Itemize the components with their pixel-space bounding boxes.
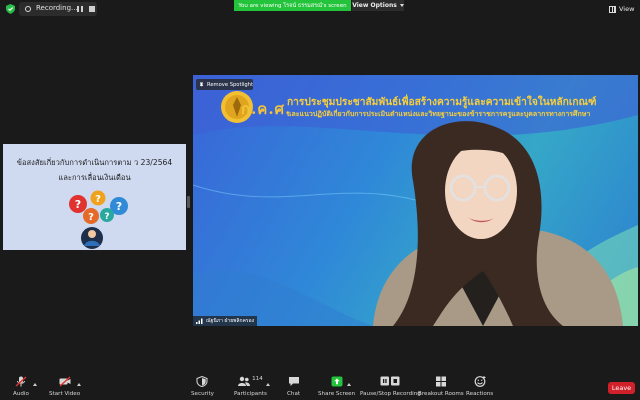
brand-text: ก.ค.ศ. [241, 100, 292, 118]
viewing-screen-text: You are viewing โรจน์ ธรรมสรณ์'s screen [238, 2, 347, 9]
svg-text:?: ? [88, 212, 94, 223]
top-bar: Recording... You are viewing โรจน์ ธรรมส… [0, 0, 640, 18]
pause-stop-recording-label: Pause/Stop Recording [360, 391, 421, 397]
security-button[interactable]: Security [191, 376, 214, 397]
meeting-title-line2: และแนวปฏิบัติเกี่ยวกับการประเมินตำแหน่งแ… [287, 110, 591, 118]
participants-icon [238, 376, 251, 386]
stop-recording-icon[interactable] [89, 6, 95, 12]
start-video-button[interactable]: Start Video [49, 376, 80, 397]
reactions-smiley-icon [474, 376, 486, 387]
breakout-rooms-label: Breakout Rooms [418, 391, 464, 397]
pause-stop-icon [380, 376, 400, 386]
view-button[interactable]: View [609, 4, 634, 14]
leave-label: Leave [611, 384, 632, 392]
start-video-label: Start Video [49, 391, 81, 397]
participant-name-tag: ณัฐนิภา ฝ่ายพลิกครอง [193, 316, 258, 326]
leave-button[interactable]: Leave [608, 382, 635, 394]
meeting-toolbar: Audio Start Video Security 114 Participa [0, 372, 640, 400]
pause-recording-icon[interactable] [77, 6, 83, 12]
remove-spotlight-label: Remove Spotlight [207, 81, 253, 88]
security-shield-icon [196, 376, 208, 387]
spotlight-video: Remove Spotlight ก.ค.ศ. การประชุมประชาสั… [193, 75, 638, 326]
view-options-label: View Options [352, 2, 397, 9]
video-options-caret-icon[interactable] [77, 383, 81, 386]
view-options-button[interactable]: View Options [352, 0, 404, 11]
reactions-button[interactable]: Reactions [466, 376, 493, 397]
participants-count: 114 [252, 376, 263, 382]
security-label: Security [191, 391, 214, 397]
breakout-rooms-button[interactable]: Breakout Rooms [418, 376, 464, 397]
recording-dot-icon [25, 6, 31, 12]
svg-text:?: ? [75, 198, 81, 211]
svg-text:?: ? [104, 212, 109, 222]
meeting-title-line1: การประชุมประชาสัมพันธ์เพื่อสร้างความรู้แ… [287, 97, 597, 108]
participants-label: Participants [234, 391, 267, 397]
chat-label: Chat [287, 391, 301, 397]
participant-name: ณัฐนิภา ฝ่ายพลิกครอง [206, 318, 255, 324]
share-options-caret-icon[interactable] [347, 383, 351, 386]
video-off-icon [59, 376, 71, 387]
pin-icon [199, 82, 204, 87]
breakout-rooms-icon [435, 376, 446, 387]
audio-label: Audio [13, 391, 29, 397]
participants-options-caret-icon[interactable] [266, 383, 270, 386]
shared-slide-thumbnail[interactable]: ข้อสงสัยเกี่ยวกับการดำเนินการตาม ว 23/25… [3, 144, 186, 250]
slide-title-line2: และการเลื่อนเงินเดือน [58, 173, 131, 182]
share-screen-button[interactable]: Share Screen [318, 376, 355, 397]
recording-label: Recording... [36, 4, 78, 12]
speaker-video-feed [373, 121, 623, 326]
audio-options-caret-icon[interactable] [33, 383, 37, 386]
question-bubbles-illustration: ? ? ? ? ? [69, 190, 128, 249]
encryption-shield-icon[interactable] [6, 4, 15, 14]
chat-bubble-icon [288, 377, 299, 386]
svg-text:?: ? [116, 200, 122, 213]
gallery-view-icon [609, 5, 616, 13]
viewing-screen-banner: You are viewing โรจน์ ธรรมสรณ์'s screen [234, 0, 351, 11]
share-screen-label: Share Screen [318, 391, 356, 397]
panel-resize-handle[interactable] [187, 196, 190, 208]
recording-indicator: Recording... [19, 2, 97, 16]
chat-button[interactable]: Chat [287, 376, 300, 397]
view-label: View [619, 5, 635, 13]
connection-signal-icon [196, 318, 203, 324]
pause-stop-recording-button[interactable]: Pause/Stop Recording [360, 376, 421, 397]
svg-text:?: ? [95, 194, 101, 205]
reactions-label: Reactions [466, 391, 494, 397]
chevron-down-icon [399, 4, 404, 7]
share-screen-icon [331, 376, 343, 387]
microphone-muted-icon [15, 376, 27, 387]
audio-button[interactable]: Audio [13, 376, 29, 397]
slide-title-line1: ข้อสงสัยเกี่ยวกับการดำเนินการตาม ว 23/25… [16, 158, 173, 167]
participants-button[interactable]: 114 Participants [234, 376, 267, 397]
